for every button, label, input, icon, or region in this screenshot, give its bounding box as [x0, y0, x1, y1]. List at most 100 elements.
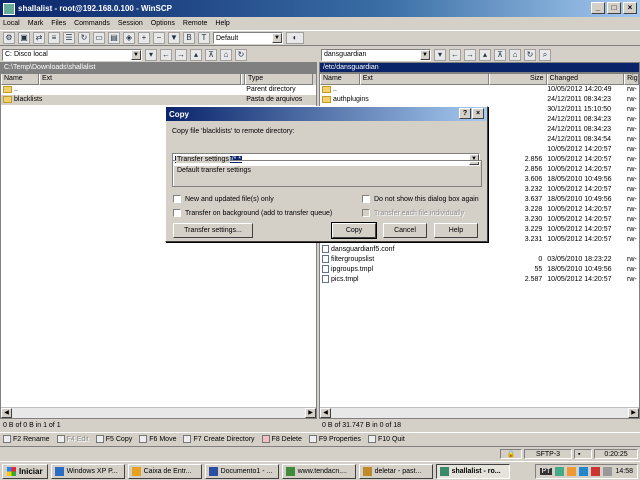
menu-session[interactable]: Session	[118, 20, 143, 27]
file-row[interactable]: ipgroups.tmpl 55 18/05/2010 10:49:56 rw-	[320, 265, 639, 275]
taskbar-button[interactable]: Windows XP P...	[50, 463, 125, 479]
binary-mode-icon[interactable]: B	[183, 32, 195, 44]
transfer-settings-button[interactable]: Transfer settings...	[173, 223, 253, 238]
dialog-help-button[interactable]: ?	[459, 108, 471, 119]
col-name[interactable]: Name	[320, 74, 360, 85]
col-size[interactable]: Size	[488, 74, 547, 85]
left-root-dir-icon[interactable]: ⊼	[205, 48, 217, 61]
dialog-titlebar[interactable]: Copy ? ×	[166, 107, 487, 121]
security-icon[interactable]	[591, 467, 601, 476]
file-row[interactable]: pics.tmpl 2.587 10/05/2012 14:20:57 rw-	[320, 275, 639, 285]
network-icon[interactable]	[555, 467, 565, 476]
queue-icon[interactable]: ☰	[63, 32, 75, 44]
f8-delete-button[interactable]: F8 Delete	[261, 435, 302, 443]
right-back-icon[interactable]: ←	[449, 48, 461, 61]
remove-filter-icon[interactable]: −	[153, 32, 165, 44]
right-path-bar[interactable]: /etc/dansguardian	[319, 62, 640, 73]
f10-quit-button[interactable]: F10 Quit	[367, 435, 405, 443]
f2-rename-button[interactable]: F2 Rename	[3, 435, 50, 443]
close-button[interactable]: ×	[623, 2, 637, 14]
scroll-right-icon[interactable]: ▶	[628, 408, 639, 418]
col-changed[interactable]: Changed	[546, 74, 625, 85]
f9-properties-button[interactable]: F9 Properties	[308, 435, 361, 443]
menu-help[interactable]: Help	[215, 20, 229, 27]
file-row[interactable]: .. Parent directory	[1, 85, 316, 95]
cancel-button[interactable]: Cancel	[383, 223, 427, 238]
new-updated-only-checkbox[interactable]: New and updated file(s) only	[173, 195, 274, 203]
file-row[interactable]: .. 10/05/2012 14:20:49 rw-	[320, 85, 639, 95]
taskbar-button[interactable]: Documento1 - ...	[204, 463, 279, 479]
filter-icon[interactable]: ▼	[168, 32, 180, 44]
volume-icon[interactable]	[603, 467, 613, 476]
left-refresh-icon[interactable]: ↻	[235, 48, 247, 61]
transfer-preset-select[interactable]: Default ▼	[213, 32, 283, 44]
scroll-left-icon[interactable]: ◀	[1, 408, 12, 418]
help-button[interactable]: Help	[434, 223, 478, 238]
right-forward-icon[interactable]: →	[464, 48, 476, 61]
transfer-background-checkbox[interactable]: Transfer on background (add to transfer …	[173, 209, 332, 217]
right-root-dir-icon[interactable]: ⊼	[494, 48, 506, 61]
right-find-icon[interactable]: ⌕	[539, 48, 551, 61]
left-drive-select[interactable]: C: Disco local ▼	[2, 48, 142, 61]
left-back-icon[interactable]: ←	[160, 48, 172, 61]
update-icon[interactable]	[579, 467, 589, 476]
left-filter-icon[interactable]: ▾	[145, 48, 157, 61]
f5-copy-button[interactable]: F5 Copy	[95, 435, 132, 443]
f4-edit-button[interactable]: F4 Edit	[56, 435, 89, 443]
right-horizontal-scrollbar[interactable]: ◀ ▶	[320, 407, 639, 418]
menu-files[interactable]: Files	[51, 20, 66, 27]
preferences-gear-icon[interactable]: ⚙	[3, 32, 15, 44]
right-parent-dir-icon[interactable]: ▴	[479, 48, 491, 61]
new-window-icon[interactable]: ▣	[18, 32, 30, 44]
col-ext[interactable]: Ext	[39, 74, 241, 85]
left-horizontal-scrollbar[interactable]: ◀ ▶	[1, 407, 316, 418]
compare-icon[interactable]: ≡	[48, 32, 60, 44]
sync-icon[interactable]: ⇄	[33, 32, 45, 44]
right-filter-icon[interactable]: ▾	[434, 48, 446, 61]
col-name[interactable]: Name	[1, 74, 39, 85]
f6-move-button[interactable]: F6 Move	[139, 435, 176, 443]
left-parent-dir-icon[interactable]: ▴	[190, 48, 202, 61]
file-row[interactable]: authplugins 24/12/2011 08:34:23 rw-	[320, 95, 639, 105]
right-dir-select[interactable]: dansguardian ▼	[321, 48, 431, 61]
dialog-close-button[interactable]: ×	[472, 108, 484, 119]
col-ext[interactable]: Ext	[359, 74, 489, 85]
console-icon[interactable]: ▤	[108, 32, 120, 44]
right-home-icon[interactable]: ⌂	[509, 48, 521, 61]
minimize-button[interactable]: _	[591, 2, 605, 14]
scroll-right-icon[interactable]: ▶	[305, 408, 316, 418]
f7-create-directory-button[interactable]: F7 Create Directory	[183, 435, 255, 443]
right-refresh-icon[interactable]: ↻	[524, 48, 536, 61]
scroll-left-icon[interactable]: ◀	[320, 408, 331, 418]
menu-remote[interactable]: Remote	[183, 20, 208, 27]
menu-commands[interactable]: Commands	[74, 20, 110, 27]
dont-show-again-checkbox[interactable]: Do not show this dialog box again	[362, 195, 479, 203]
left-home-icon[interactable]: ⌂	[220, 48, 232, 61]
file-row[interactable]: blacklists Pasta de arquivos	[1, 95, 316, 105]
maximize-button[interactable]: □	[607, 2, 621, 14]
firefox-tray-icon[interactable]	[567, 467, 577, 476]
window-titlebar[interactable]: shallalist - root@192.168.0.100 - WinSCP…	[0, 0, 640, 17]
add-filter-icon[interactable]: +	[138, 32, 150, 44]
session-icon[interactable]: ◐	[286, 32, 304, 44]
menu-options[interactable]: Options	[151, 20, 175, 27]
left-forward-icon[interactable]: →	[175, 48, 187, 61]
menu-local[interactable]: Local	[3, 20, 20, 27]
col-rights[interactable]: Rig	[624, 74, 639, 85]
left-path-bar[interactable]: C:\Temp\Downloads\shallalist	[0, 62, 317, 73]
menu-mark[interactable]: Mark	[28, 20, 44, 27]
taskbar-button[interactable]: deletar - past...	[358, 463, 433, 479]
text-mode-icon[interactable]: T	[198, 32, 210, 44]
taskbar-button[interactable]: shallalist - ro...	[435, 463, 510, 479]
file-row[interactable]: dansguardianf5.conf	[320, 245, 639, 255]
file-row[interactable]: filtergroupslist 0 03/05/2010 18:23:22 rw-	[320, 255, 639, 265]
putty-icon[interactable]: ◈	[123, 32, 135, 44]
start-button[interactable]: Iniciar	[2, 463, 48, 479]
language-indicator[interactable]: PT	[539, 468, 553, 475]
col-type[interactable]: Type	[245, 74, 313, 85]
terminal-icon[interactable]: ▭	[93, 32, 105, 44]
refresh-icon[interactable]: ↻	[78, 32, 90, 44]
taskbar-button[interactable]: www.tendacn....	[281, 463, 356, 479]
taskbar-button[interactable]: Caixa de Entr...	[127, 463, 202, 479]
copy-button[interactable]: Copy	[331, 222, 377, 239]
